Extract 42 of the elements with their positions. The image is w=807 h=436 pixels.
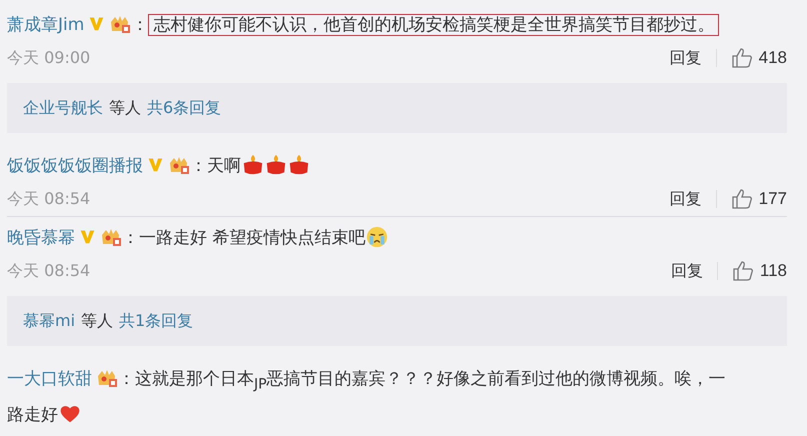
crown-badge-icon bbox=[109, 14, 132, 34]
crown-badge-icon bbox=[96, 368, 118, 388]
timestamp: 今天 08:54 bbox=[7, 260, 90, 282]
reply-user-link[interactable]: 慕幂mi bbox=[23, 310, 76, 332]
colon-separator: ： bbox=[118, 369, 135, 389]
candle-emoji-icon bbox=[265, 154, 287, 176]
colon-separator: ： bbox=[190, 156, 207, 176]
timestamp: 今天 09:00 bbox=[7, 48, 90, 68]
reply-link[interactable]: 回复 bbox=[670, 188, 702, 210]
comment-text-continued: 路走好 bbox=[7, 405, 58, 426]
like-count: 177 bbox=[758, 189, 787, 209]
username-link[interactable]: 一大口软甜 bbox=[7, 369, 92, 389]
verified-v-icon bbox=[79, 228, 96, 245]
reply-user-link[interactable]: 企业号舰长 bbox=[23, 97, 103, 119]
timestamp: 今天 08:54 bbox=[7, 188, 90, 210]
verified-v-icon bbox=[147, 156, 164, 173]
comment-text: 志村健你可能不认识，他首创的机场安检搞笑梗是全世界搞笑节目都抄过。 bbox=[148, 14, 720, 36]
thumbs-up-icon[interactable] bbox=[730, 47, 753, 69]
reply-count-link[interactable]: 共1条回复 bbox=[119, 310, 194, 332]
username-link[interactable]: 萧成章Jim bbox=[7, 15, 84, 35]
like-count: 418 bbox=[758, 48, 787, 68]
thumbs-up-icon[interactable] bbox=[732, 260, 754, 282]
reply-count-link[interactable]: 共6条回复 bbox=[147, 97, 222, 119]
like-count: 118 bbox=[760, 261, 787, 281]
username-link[interactable]: 饭饭饭饭饭圈播报 bbox=[7, 156, 143, 176]
candle-emoji-icon bbox=[242, 154, 264, 176]
reply-others-label: 等人 bbox=[109, 97, 141, 119]
crown-badge-icon bbox=[168, 155, 190, 175]
crown-badge-icon bbox=[100, 227, 122, 247]
candle-emoji-icon bbox=[288, 154, 310, 176]
comment-text: 这就是那个日本$_{JP}$恶搞节目的嘉宾？？？好像之前看到过他的微博视频。唉，一 bbox=[135, 369, 726, 389]
reply-others-label: 等人 bbox=[81, 310, 114, 332]
verified-v-icon bbox=[88, 15, 106, 32]
crying-face-emoji-icon bbox=[366, 226, 388, 248]
comment-text: 一路走好 希望疫情快点结束吧 bbox=[139, 228, 366, 248]
reply-link[interactable]: 回复 bbox=[670, 48, 702, 68]
comment-text: 天啊 bbox=[207, 156, 241, 176]
thumbs-up-icon[interactable] bbox=[730, 188, 753, 210]
reply-link[interactable]: 回复 bbox=[670, 260, 703, 282]
colon-separator: ： bbox=[131, 15, 148, 35]
colon-separator: ： bbox=[122, 228, 139, 248]
username-link[interactable]: 晚昏慕幂 bbox=[7, 228, 75, 248]
